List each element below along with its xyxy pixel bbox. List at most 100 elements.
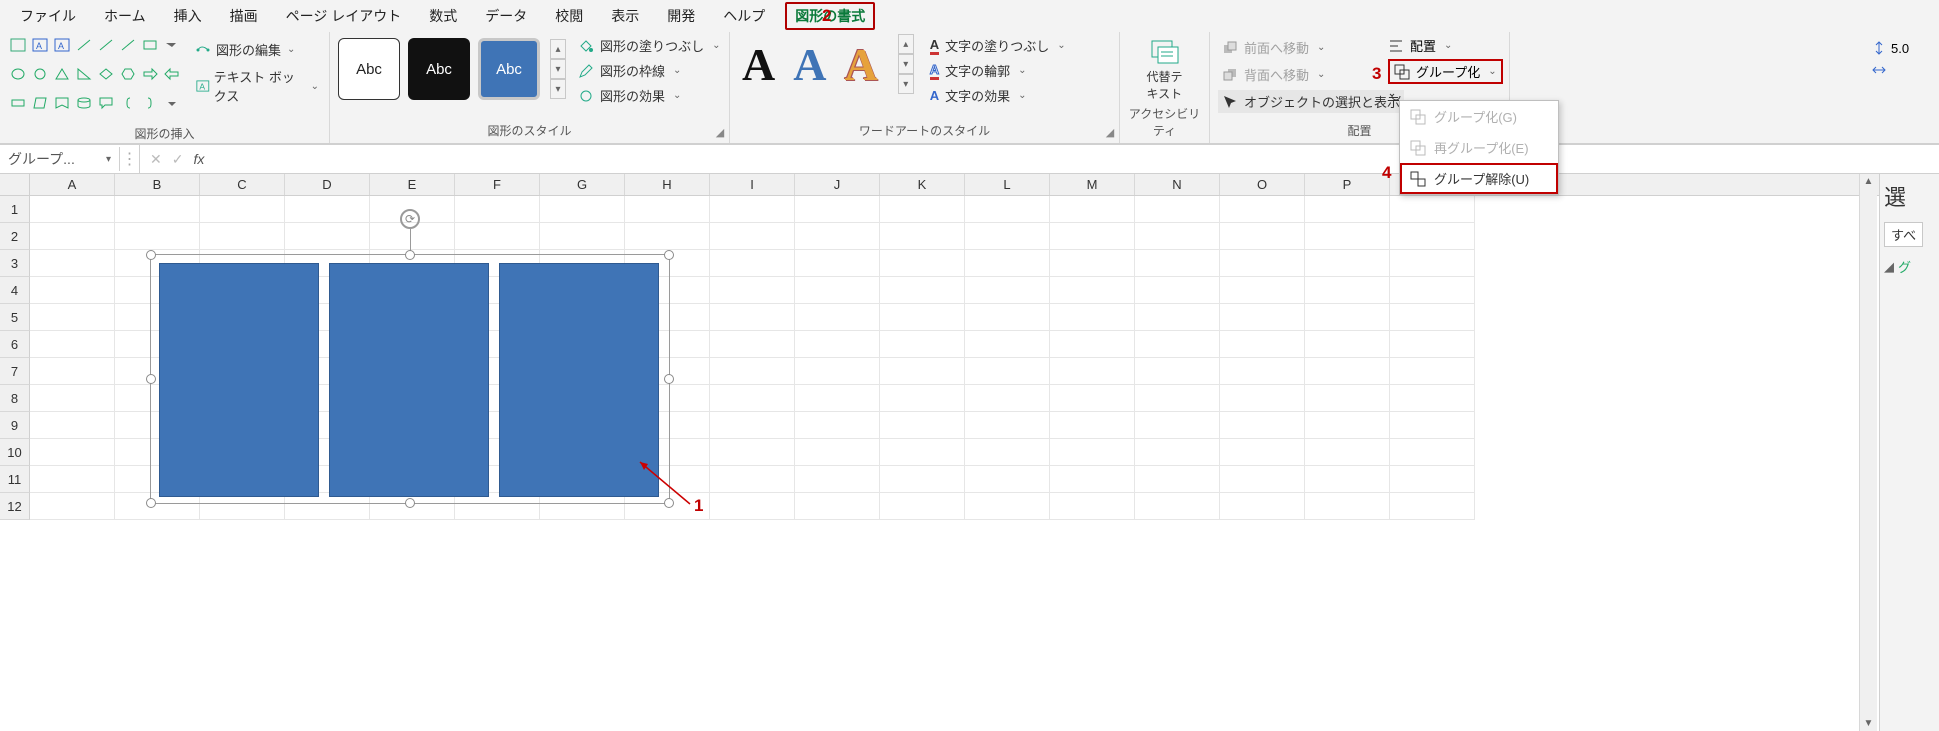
col-O[interactable]: O <box>1220 174 1305 195</box>
row-11[interactable]: 11 <box>0 466 30 493</box>
style-swatch-2[interactable]: Abc <box>408 38 470 100</box>
menu-data[interactable]: データ <box>471 2 541 30</box>
rotate-handle[interactable]: ⟳ <box>400 209 420 229</box>
shape-line2-icon[interactable] <box>96 36 116 54</box>
menu-draw[interactable]: 描画 <box>216 2 272 30</box>
handle-nw[interactable] <box>146 250 156 260</box>
grid[interactable]: A B C D E F G H I J K L M N O P Q 1 2 3 … <box>0 174 1879 731</box>
row-3[interactable]: 3 <box>0 250 30 277</box>
style-swatch-3[interactable]: Abc <box>478 38 540 100</box>
shape-gallery[interactable]: A A <box>6 34 184 123</box>
group-button[interactable]: グループ化⌄ <box>1388 59 1503 84</box>
shape-rtri-icon[interactable] <box>74 65 94 83</box>
col-J[interactable]: J <box>795 174 880 195</box>
select-all-corner[interactable] <box>0 174 30 195</box>
selection-pane-item[interactable]: ◢ グ <box>1884 257 1911 276</box>
col-M[interactable]: M <box>1050 174 1135 195</box>
menu-formulas[interactable]: 数式 <box>415 2 471 30</box>
row-8[interactable]: 8 <box>0 385 30 412</box>
col-D[interactable]: D <box>285 174 370 195</box>
col-N[interactable]: N <box>1135 174 1220 195</box>
menu-view[interactable]: 表示 <box>597 2 653 30</box>
shape-flow2-icon[interactable] <box>30 94 50 112</box>
menu-pagelayout[interactable]: ページ レイアウト <box>272 2 416 30</box>
handle-w[interactable] <box>146 374 156 384</box>
col-A[interactable]: A <box>30 174 115 195</box>
shape-line-icon[interactable] <box>74 36 94 54</box>
enter-icon[interactable]: ✓ <box>172 151 184 168</box>
wordart-style-3[interactable]: A <box>844 38 877 91</box>
row-2[interactable]: 2 <box>0 223 30 250</box>
wordart-style-1[interactable]: A <box>742 38 775 91</box>
align-button[interactable]: 配置⌄ <box>1388 36 1503 55</box>
shape-textbox2-icon[interactable]: A <box>30 36 50 54</box>
shape-style-gallery[interactable]: Abc Abc Abc ▴ ▾ ▾ <box>336 34 568 104</box>
col-E[interactable]: E <box>370 174 455 195</box>
wordart-launcher-icon[interactable]: ◢ <box>1103 125 1117 139</box>
row-6[interactable]: 6 <box>0 331 30 358</box>
shape-fill-button[interactable]: 図形の塗りつぶし⌄ <box>578 36 721 55</box>
shape-textbox3-icon[interactable]: A <box>52 36 72 54</box>
shape-brace-icon[interactable] <box>118 94 138 112</box>
name-box-chevron-icon[interactable]: ▾ <box>106 154 111 165</box>
row-10[interactable]: 10 <box>0 439 30 466</box>
menu-insert[interactable]: 挿入 <box>160 2 216 30</box>
shape-flow1-icon[interactable] <box>8 94 28 112</box>
text-outline-button[interactable]: A 文字の輪郭⌄ <box>930 61 1066 80</box>
vertical-scrollbar[interactable]: ▲ ▼ <box>1859 174 1877 731</box>
col-H[interactable]: H <box>625 174 710 195</box>
wa-gallery-down-icon[interactable]: ▾ <box>898 54 914 74</box>
row-7[interactable]: 7 <box>0 358 30 385</box>
shape-more-icon[interactable] <box>162 36 182 54</box>
shape-circle-icon[interactable] <box>30 65 50 83</box>
row-4[interactable]: 4 <box>0 277 30 304</box>
shape-rect-icon[interactable] <box>140 36 160 54</box>
shape-arrow-icon[interactable] <box>140 65 160 83</box>
shape-effects-button[interactable]: 図形の効果⌄ <box>578 86 721 105</box>
handle-s[interactable] <box>405 498 415 508</box>
shape-brace2-icon[interactable] <box>140 94 160 112</box>
alt-text-button[interactable]: 代替テキスト <box>1135 34 1195 102</box>
height-input-row[interactable]: 5.0 <box>1871 40 1937 56</box>
scroll-down-icon[interactable]: ▼ <box>1864 718 1874 729</box>
col-F[interactable]: F <box>455 174 540 195</box>
row-1[interactable]: 1 <box>0 196 30 223</box>
row-9[interactable]: 9 <box>0 412 30 439</box>
shape-textbox-icon[interactable] <box>8 36 28 54</box>
selection-pane-all-button[interactable]: すべ <box>1884 222 1923 247</box>
col-B[interactable]: B <box>115 174 200 195</box>
row-12[interactable]: 12 <box>0 493 30 520</box>
col-P[interactable]: P <box>1305 174 1390 195</box>
shape-flow3-icon[interactable] <box>52 94 72 112</box>
scroll-up-icon[interactable]: ▲ <box>1864 176 1874 187</box>
gallery-more-icon[interactable]: ▾ <box>550 79 566 99</box>
shape-oval-icon[interactable] <box>8 65 28 83</box>
fx-icon[interactable]: fx <box>193 151 204 167</box>
handle-e[interactable] <box>664 374 674 384</box>
text-box-button[interactable]: A テキスト ボックス⌄ <box>192 65 323 107</box>
menu-file[interactable]: ファイル <box>6 2 90 30</box>
gallery-down-icon[interactable]: ▾ <box>550 59 566 79</box>
handle-sw[interactable] <box>146 498 156 508</box>
shape-triangle-icon[interactable] <box>52 65 72 83</box>
formula-input[interactable] <box>214 149 1939 169</box>
wordart-style-2[interactable]: A <box>793 38 826 91</box>
gallery-up-icon[interactable]: ▴ <box>550 39 566 59</box>
menu-help[interactable]: ヘルプ <box>709 2 779 30</box>
row-5[interactable]: 5 <box>0 304 30 331</box>
col-G[interactable]: G <box>540 174 625 195</box>
style-swatch-1[interactable]: Abc <box>338 38 400 100</box>
edit-shape-button[interactable]: 図形の編集⌄ <box>192 38 323 61</box>
handle-ne[interactable] <box>664 250 674 260</box>
width-input-row[interactable] <box>1871 62 1937 78</box>
shape-styles-launcher-icon[interactable]: ◢ <box>713 125 727 139</box>
menu-home[interactable]: ホーム <box>90 2 160 30</box>
wa-gallery-up-icon[interactable]: ▴ <box>898 34 914 54</box>
menu-review[interactable]: 校閲 <box>541 2 597 30</box>
menu-ungroup[interactable]: グループ解除(U) <box>1400 163 1558 194</box>
gallery-nav[interactable]: ▴ ▾ ▾ <box>550 39 566 99</box>
text-effects-button[interactable]: A 文字の効果⌄ <box>930 86 1066 105</box>
shape-callout-icon[interactable] <box>96 94 116 112</box>
shape-hex-icon[interactable] <box>118 65 138 83</box>
shape-group-selection[interactable]: ⟳ <box>150 254 670 504</box>
